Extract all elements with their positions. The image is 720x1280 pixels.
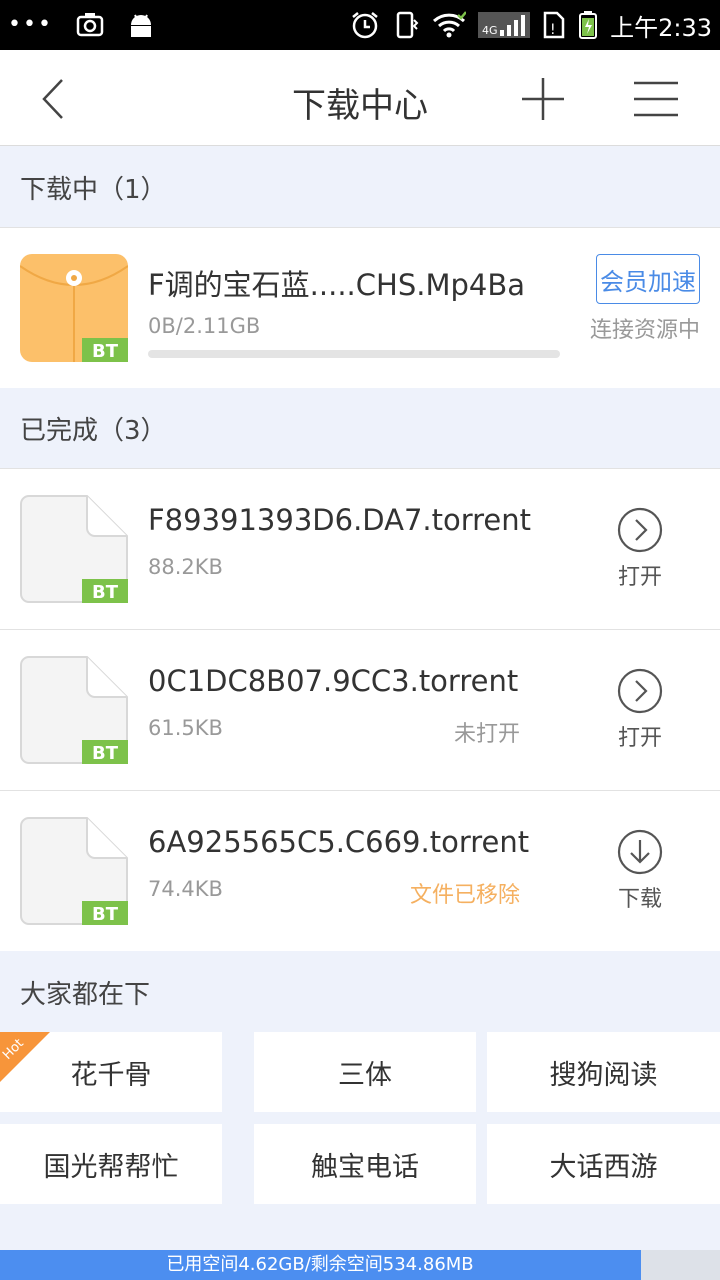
open-label: 打开 bbox=[617, 565, 662, 590]
file-name: 0C1DC8B07.9CC3.torrent bbox=[148, 664, 519, 698]
completed-item[interactable]: BT 6A925565C5.C669.torrent 74.4KB 文件已移除 … bbox=[0, 790, 720, 951]
download-progress-bar bbox=[148, 350, 560, 358]
svg-text:!: ! bbox=[550, 22, 556, 38]
bt-badge: BT bbox=[92, 743, 119, 764]
page-title: 下载中心 bbox=[292, 86, 428, 126]
torrent-file-icon: BT bbox=[20, 817, 128, 925]
popular-item-label: 国光帮帮忙 bbox=[43, 1151, 179, 1183]
download-button[interactable]: 下载 bbox=[604, 829, 676, 913]
status-bar: ••• 4G ! 上午2:33 bbox=[0, 0, 720, 50]
storage-text: 已用空间4.62GB/剩余空间534.86MB bbox=[166, 1254, 474, 1275]
alarm-icon bbox=[350, 10, 380, 40]
popular-item[interactable]: 国光帮帮忙 bbox=[0, 1124, 222, 1204]
open-button[interactable]: 打开 bbox=[604, 507, 676, 591]
file-size: 74.4KB bbox=[148, 877, 223, 901]
add-icon[interactable] bbox=[518, 74, 568, 124]
chevron-right-circle-icon bbox=[617, 507, 663, 553]
hot-badge: Hot bbox=[0, 1032, 50, 1082]
popular-item[interactable]: 触宝电话 bbox=[254, 1124, 476, 1204]
file-name: 6A925565C5.C669.torrent bbox=[148, 825, 530, 859]
download-circle-icon bbox=[617, 829, 663, 875]
chevron-right-circle-icon bbox=[617, 668, 663, 714]
vip-speedup-button[interactable]: 会员加速 bbox=[596, 254, 700, 304]
popular-item-label: 花千骨 bbox=[70, 1059, 152, 1091]
bt-badge: BT bbox=[92, 904, 119, 925]
menu-icon[interactable] bbox=[630, 74, 682, 124]
downloading-item[interactable]: BT F调的宝石蓝.....CHS.Mp4Ba 0B/2.11GB 会员加速 连… bbox=[0, 227, 720, 388]
app-header: 下载中心 bbox=[0, 50, 720, 146]
storage-bar: 已用空间4.62GB/剩余空间534.86MB bbox=[0, 1250, 720, 1280]
more-dots-icon: ••• bbox=[8, 12, 53, 37]
file-name: F89391393D6.DA7.torrent bbox=[148, 503, 532, 537]
screenshot-icon bbox=[75, 11, 105, 39]
file-name: F调的宝石蓝.....CHS.Mp4Ba bbox=[148, 268, 526, 302]
battery-charging-icon bbox=[578, 10, 598, 40]
network-type-label: 4G bbox=[482, 24, 498, 37]
popular-item-label: 搜狗阅读 bbox=[549, 1059, 658, 1091]
completed-item[interactable]: BT 0C1DC8B07.9CC3.torrent 61.5KB 未打开 打开 bbox=[0, 629, 720, 790]
file-status: 文件已移除 bbox=[409, 883, 520, 908]
status-time: 上午2:33 bbox=[610, 13, 712, 42]
signal-4g-icon: 4G bbox=[478, 10, 531, 40]
connection-status: 连接资源中 bbox=[589, 318, 700, 343]
download-label: 下载 bbox=[617, 887, 662, 912]
bt-badge: BT bbox=[92, 341, 119, 362]
open-label: 打开 bbox=[617, 726, 662, 751]
downloading-section-header: 下载中（1） bbox=[0, 147, 720, 227]
popular-section-header: 大家都在下 bbox=[0, 952, 720, 1032]
open-button[interactable]: 打开 bbox=[604, 668, 676, 752]
torrent-file-icon: BT bbox=[20, 495, 128, 603]
popular-item-label: 三体 bbox=[338, 1059, 392, 1091]
folder-bt-icon: BT bbox=[19, 254, 129, 362]
bt-badge: BT bbox=[92, 582, 119, 603]
sim-alert-icon: ! bbox=[542, 10, 566, 40]
completed-section-header: 已完成（3） bbox=[0, 388, 720, 468]
vibrate-icon bbox=[392, 10, 420, 40]
file-size: 0B/2.11GB bbox=[148, 314, 261, 338]
completed-item[interactable]: BT F89391393D6.DA7.torrent 88.2KB 打开 bbox=[0, 468, 720, 629]
popular-item[interactable]: 大话西游 bbox=[487, 1124, 720, 1204]
torrent-file-icon: BT bbox=[20, 656, 128, 764]
popular-item-label: 大话西游 bbox=[549, 1151, 658, 1183]
popular-grid: 花千骨 Hot 三体 搜狗阅读 国光帮帮忙 触宝电话 大话西游 bbox=[0, 1032, 720, 1204]
file-status: 未打开 bbox=[453, 722, 520, 747]
popular-item[interactable]: 搜狗阅读 bbox=[487, 1032, 720, 1112]
android-icon bbox=[127, 11, 155, 39]
popular-item[interactable]: 三体 bbox=[254, 1032, 476, 1112]
popular-item-label: 触宝电话 bbox=[311, 1151, 419, 1183]
wifi-icon bbox=[432, 11, 467, 39]
file-size: 61.5KB bbox=[148, 716, 223, 740]
file-size: 88.2KB bbox=[148, 555, 223, 579]
